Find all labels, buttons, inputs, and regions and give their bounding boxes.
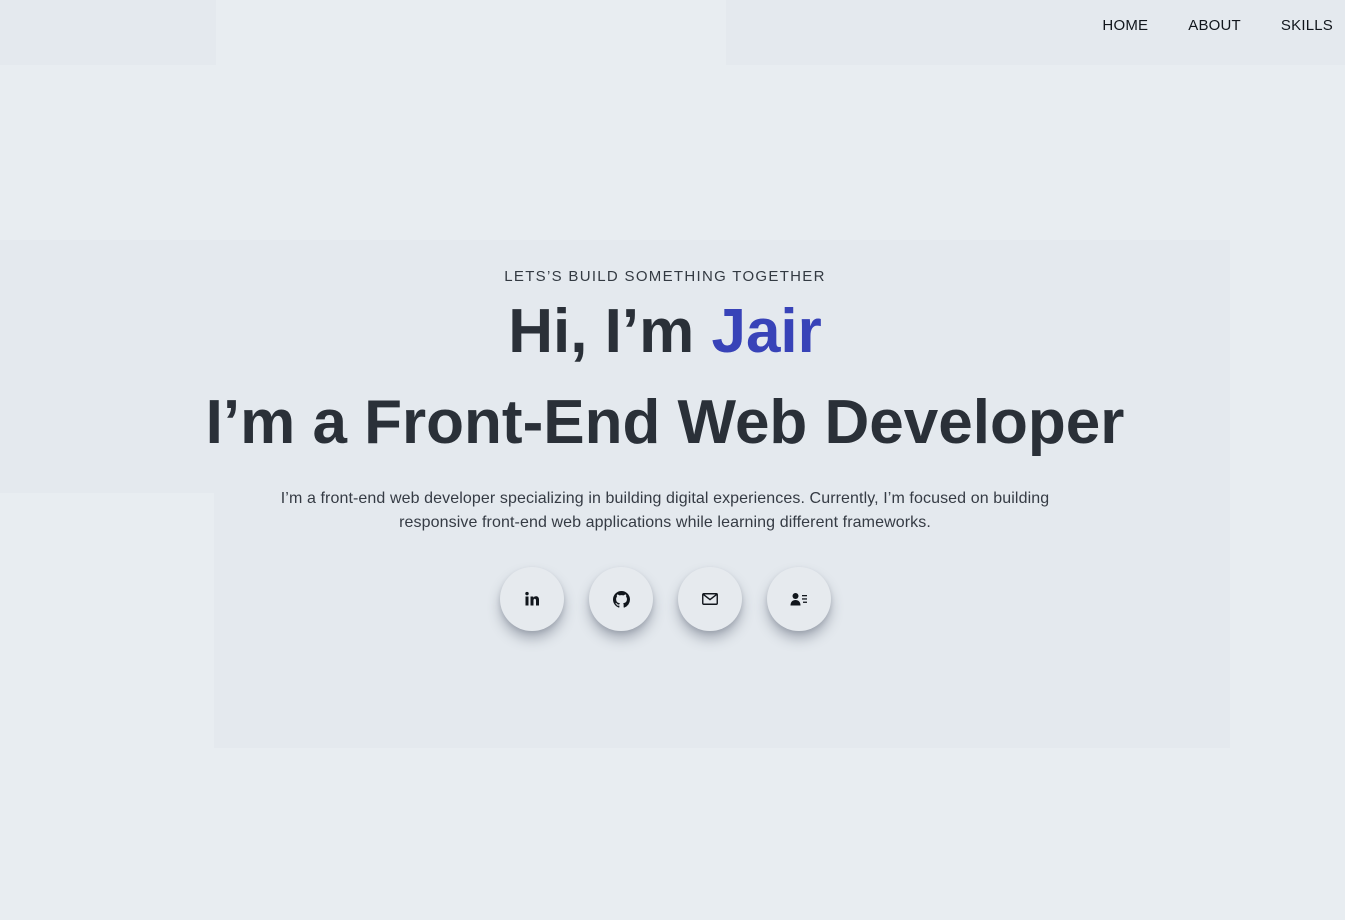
nav-link-home[interactable]: HOME xyxy=(1102,17,1148,34)
contact-card-icon xyxy=(790,592,808,606)
nav-link-skills[interactable]: SKILLS xyxy=(1281,17,1333,34)
hero-description: I’m a front-end web developer specializi… xyxy=(280,490,1050,531)
hero-role: I’m a Front-End Web Developer xyxy=(205,388,1125,457)
hero-greeting: Hi, I’m Jair xyxy=(0,296,1330,368)
nav-link-about[interactable]: ABOUT xyxy=(1188,17,1241,34)
linkedin-button[interactable] xyxy=(500,567,564,631)
background-panel xyxy=(0,0,216,65)
hero-tagline: LETS’S BUILD SOMETHING TOGETHER xyxy=(504,268,826,285)
resume-button[interactable] xyxy=(767,567,831,631)
portfolio-page: HOME ABOUT SKILLS LETS’S BUILD SOMETHING… xyxy=(0,0,1345,920)
greeting-prefix: Hi, I’m xyxy=(508,297,712,366)
linkedin-icon xyxy=(524,591,540,607)
top-navigation: HOME ABOUT SKILLS xyxy=(1102,0,1333,50)
github-icon xyxy=(612,590,630,608)
social-links xyxy=(500,567,831,631)
github-button[interactable] xyxy=(589,567,653,631)
mail-icon xyxy=(702,593,718,605)
email-button[interactable] xyxy=(678,567,742,631)
hero-name: Jair xyxy=(711,297,822,366)
